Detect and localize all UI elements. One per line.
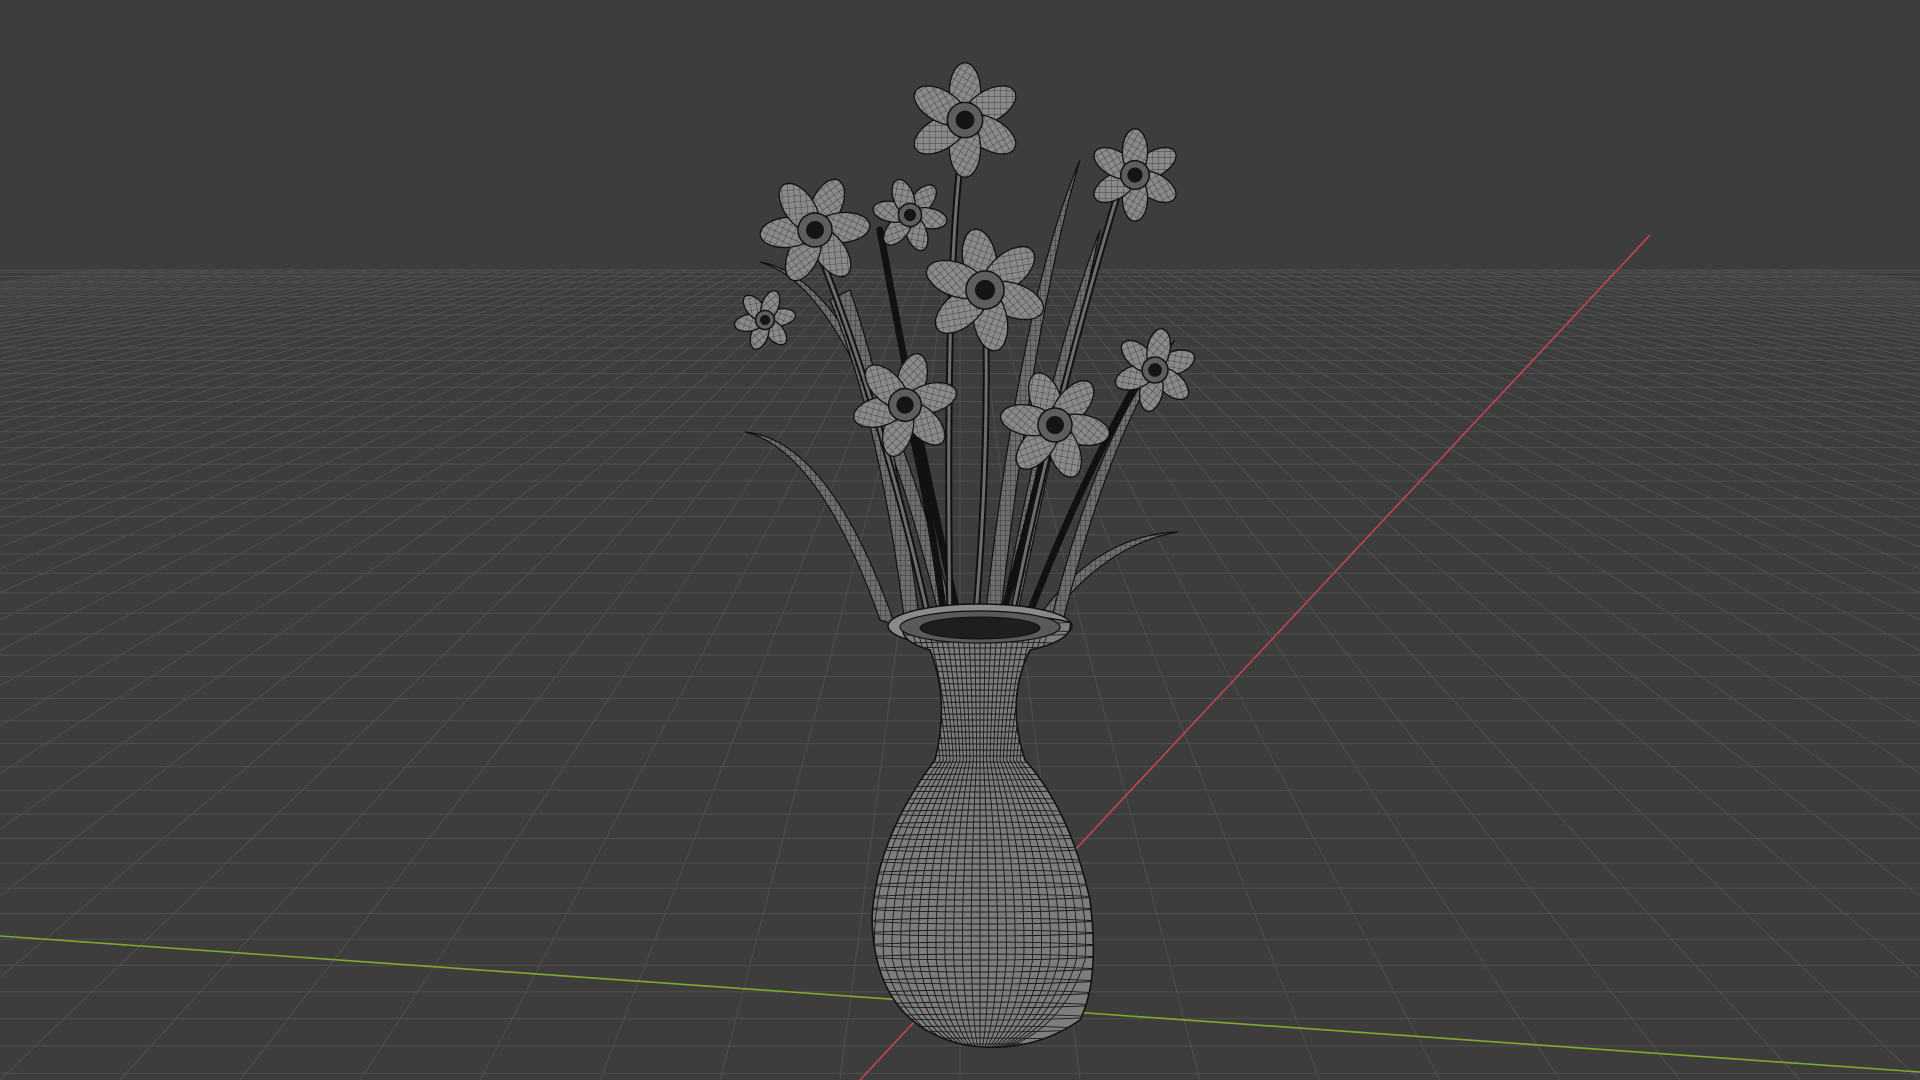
viewport-canvas[interactable]: [0, 0, 1920, 1080]
3d-viewport[interactable]: [0, 0, 1920, 1080]
vase-opening: [919, 616, 1041, 640]
trumpet-center: [955, 110, 975, 130]
